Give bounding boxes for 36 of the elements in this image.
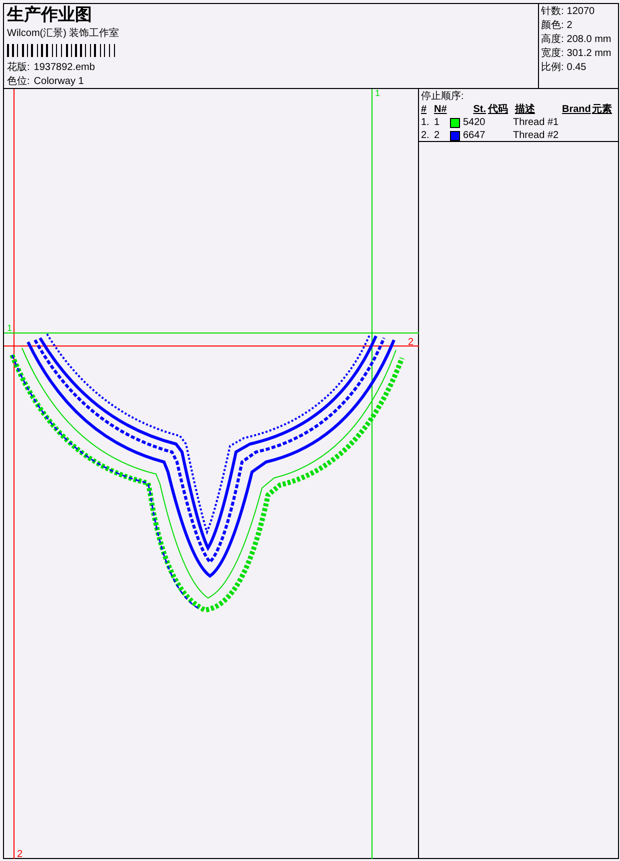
needle-number: 1 (434, 116, 441, 129)
stat-value: 0.45 (566, 61, 586, 75)
guide-label: 1 (7, 323, 12, 333)
thread-description: Thread #2 (513, 129, 559, 142)
stat-label: 针数: (541, 5, 564, 19)
row-index: 1. (421, 116, 430, 129)
colorway-label: 色位: (7, 75, 30, 88)
row-index: 2. (421, 129, 430, 142)
stat-label: 高度: (541, 33, 564, 47)
stat-label: 颜色: (541, 19, 564, 33)
stat-value: 12070 (566, 5, 595, 19)
needle-number: 2 (434, 129, 441, 142)
stat-label: 宽度: (541, 47, 564, 61)
column-header: N# (434, 103, 448, 116)
column-header: 描述 (515, 103, 536, 116)
stat-label: 比例: (541, 61, 564, 75)
stat-value: 2 (566, 19, 572, 33)
colorway-value: Colorway 1 (34, 75, 84, 88)
guide-label: 2 (17, 849, 23, 859)
guide-label: 1 (375, 89, 380, 98)
design-file-label: 花版: (7, 61, 30, 74)
column-header: 代码 (488, 103, 509, 116)
column-header: Brand (562, 103, 592, 116)
stat-value: 301.2 mm (566, 47, 612, 61)
column-header: 元素 (592, 103, 613, 116)
thread-code: 5420 (463, 116, 486, 129)
thread-description: Thread #1 (513, 116, 559, 129)
stop-sequence-title: 停止顺序: (421, 90, 465, 103)
guide-label: 2 (408, 337, 414, 348)
company-name: Wilcom(汇景) 装饰工作室 (7, 27, 120, 40)
report-title: 生产作业图 (7, 4, 93, 26)
stat-value: 208.0 mm (566, 33, 612, 47)
column-header: St. (472, 103, 487, 116)
thread-code: 6647 (463, 129, 486, 142)
design-file-value: 1937892.emb (34, 61, 95, 74)
column-header: # (421, 103, 428, 116)
